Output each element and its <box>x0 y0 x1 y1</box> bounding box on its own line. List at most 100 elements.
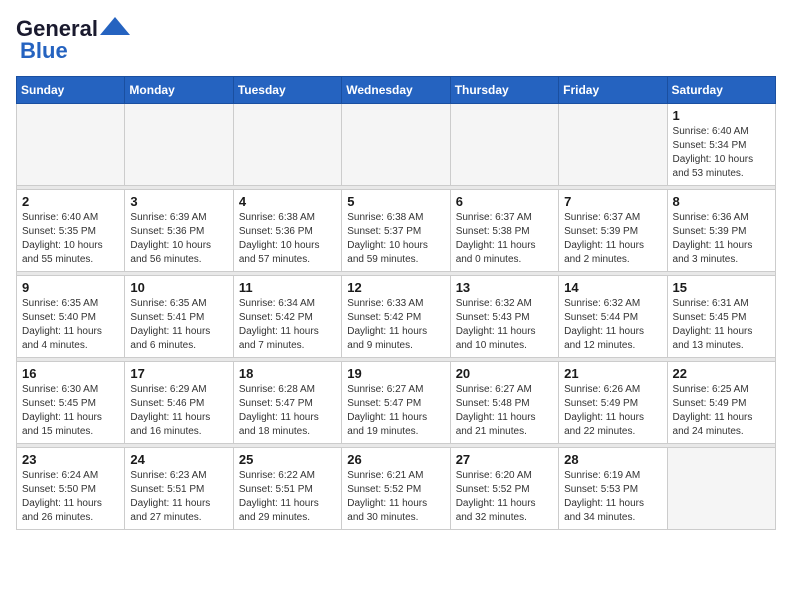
weekday-header-tuesday: Tuesday <box>233 77 341 104</box>
day-number: 4 <box>239 194 336 209</box>
day-number: 13 <box>456 280 553 295</box>
weekday-header-sunday: Sunday <box>17 77 125 104</box>
day-info: Sunrise: 6:35 AM Sunset: 5:40 PM Dayligh… <box>22 297 119 353</box>
day-info: Sunrise: 6:32 AM Sunset: 5:43 PM Dayligh… <box>456 297 553 353</box>
calendar-cell <box>667 448 775 530</box>
day-number: 2 <box>22 194 119 209</box>
day-number: 21 <box>564 366 661 381</box>
day-number: 7 <box>564 194 661 209</box>
calendar-cell <box>559 104 667 186</box>
day-number: 20 <box>456 366 553 381</box>
day-info: Sunrise: 6:36 AM Sunset: 5:39 PM Dayligh… <box>673 211 770 267</box>
day-info: Sunrise: 6:39 AM Sunset: 5:36 PM Dayligh… <box>130 211 227 267</box>
day-number: 8 <box>673 194 770 209</box>
calendar-week-4: 16 Sunrise: 6:30 AM Sunset: 5:45 PM Dayli… <box>17 362 776 444</box>
calendar-week-3: 9 Sunrise: 6:35 AM Sunset: 5:40 PM Daylig… <box>17 276 776 358</box>
calendar-cell: 19 Sunrise: 6:27 AM Sunset: 5:47 PM Dayli… <box>342 362 450 444</box>
calendar-week-1: 1 Sunrise: 6:40 AM Sunset: 5:34 PM Daylig… <box>17 104 776 186</box>
day-number: 12 <box>347 280 444 295</box>
calendar-cell: 5 Sunrise: 6:38 AM Sunset: 5:37 PM Daylig… <box>342 190 450 272</box>
calendar-week-2: 2 Sunrise: 6:40 AM Sunset: 5:35 PM Daylig… <box>17 190 776 272</box>
day-info: Sunrise: 6:30 AM Sunset: 5:45 PM Dayligh… <box>22 383 119 439</box>
day-number: 3 <box>130 194 227 209</box>
calendar-cell: 2 Sunrise: 6:40 AM Sunset: 5:35 PM Daylig… <box>17 190 125 272</box>
calendar-cell: 10 Sunrise: 6:35 AM Sunset: 5:41 PM Dayli… <box>125 276 233 358</box>
calendar-week-5: 23Sunrise: 6:24 AM Sunset: 5:50 PM Dayli… <box>17 448 776 530</box>
calendar-cell <box>17 104 125 186</box>
day-info: Sunrise: 6:21 AM Sunset: 5:52 PM Dayligh… <box>347 469 444 525</box>
logo-blue: Blue <box>20 38 68 64</box>
calendar-cell: 6 Sunrise: 6:37 AM Sunset: 5:38 PM Daylig… <box>450 190 558 272</box>
day-number: 11 <box>239 280 336 295</box>
day-info: Sunrise: 6:37 AM Sunset: 5:39 PM Dayligh… <box>564 211 661 267</box>
calendar-cell: 17Sunrise: 6:29 AM Sunset: 5:46 PM Dayli… <box>125 362 233 444</box>
calendar-cell: 8 Sunrise: 6:36 AM Sunset: 5:39 PM Daylig… <box>667 190 775 272</box>
day-info: Sunrise: 6:26 AM Sunset: 5:49 PM Dayligh… <box>564 383 661 439</box>
calendar-cell: 9 Sunrise: 6:35 AM Sunset: 5:40 PM Daylig… <box>17 276 125 358</box>
weekday-header-monday: Monday <box>125 77 233 104</box>
calendar-cell: 11 Sunrise: 6:34 AM Sunset: 5:42 PM Dayli… <box>233 276 341 358</box>
day-info: Sunrise: 6:29 AM Sunset: 5:46 PM Dayligh… <box>130 383 227 439</box>
day-info: Sunrise: 6:35 AM Sunset: 5:41 PM Dayligh… <box>130 297 227 353</box>
calendar-cell: 15Sunrise: 6:31 AM Sunset: 5:45 PM Dayli… <box>667 276 775 358</box>
logo: General Blue <box>16 16 130 64</box>
day-number: 28 <box>564 452 661 467</box>
calendar-cell <box>125 104 233 186</box>
day-info: Sunrise: 6:40 AM Sunset: 5:34 PM Dayligh… <box>673 125 770 181</box>
day-number: 14 <box>564 280 661 295</box>
day-number: 9 <box>22 280 119 295</box>
day-info: Sunrise: 6:37 AM Sunset: 5:38 PM Dayligh… <box>456 211 553 267</box>
calendar-cell: 16 Sunrise: 6:30 AM Sunset: 5:45 PM Dayli… <box>17 362 125 444</box>
calendar-cell: 3 Sunrise: 6:39 AM Sunset: 5:36 PM Daylig… <box>125 190 233 272</box>
day-info: Sunrise: 6:27 AM Sunset: 5:47 PM Dayligh… <box>347 383 444 439</box>
day-info: Sunrise: 6:23 AM Sunset: 5:51 PM Dayligh… <box>130 469 227 525</box>
calendar-cell: 28 Sunrise: 6:19 AM Sunset: 5:53 PM Dayli… <box>559 448 667 530</box>
calendar-cell: 12 Sunrise: 6:33 AM Sunset: 5:42 PM Dayli… <box>342 276 450 358</box>
day-info: Sunrise: 6:38 AM Sunset: 5:37 PM Dayligh… <box>347 211 444 267</box>
calendar-cell: 25 Sunrise: 6:22 AM Sunset: 5:51 PM Dayli… <box>233 448 341 530</box>
day-number: 22 <box>673 366 770 381</box>
day-info: Sunrise: 6:33 AM Sunset: 5:42 PM Dayligh… <box>347 297 444 353</box>
calendar-cell: 7 Sunrise: 6:37 AM Sunset: 5:39 PM Daylig… <box>559 190 667 272</box>
calendar-body: 1 Sunrise: 6:40 AM Sunset: 5:34 PM Daylig… <box>17 104 776 530</box>
page-header: General Blue <box>16 16 776 64</box>
calendar-cell: 23Sunrise: 6:24 AM Sunset: 5:50 PM Dayli… <box>17 448 125 530</box>
day-number: 10 <box>130 280 227 295</box>
day-info: Sunrise: 6:38 AM Sunset: 5:36 PM Dayligh… <box>239 211 336 267</box>
day-info: Sunrise: 6:40 AM Sunset: 5:35 PM Dayligh… <box>22 211 119 267</box>
day-number: 25 <box>239 452 336 467</box>
calendar-cell: 13 Sunrise: 6:32 AM Sunset: 5:43 PM Dayli… <box>450 276 558 358</box>
calendar-cell: 18 Sunrise: 6:28 AM Sunset: 5:47 PM Dayli… <box>233 362 341 444</box>
calendar-cell: 26 Sunrise: 6:21 AM Sunset: 5:52 PM Dayli… <box>342 448 450 530</box>
calendar-cell: 1 Sunrise: 6:40 AM Sunset: 5:34 PM Daylig… <box>667 104 775 186</box>
day-number: 24 <box>130 452 227 467</box>
calendar-cell: 21 Sunrise: 6:26 AM Sunset: 5:49 PM Dayli… <box>559 362 667 444</box>
calendar-cell: 20Sunrise: 6:27 AM Sunset: 5:48 PM Dayli… <box>450 362 558 444</box>
calendar-cell <box>233 104 341 186</box>
calendar-header-row: SundayMondayTuesdayWednesdayThursdayFrid… <box>17 77 776 104</box>
logo-icon <box>100 17 130 35</box>
day-number: 23 <box>22 452 119 467</box>
day-info: Sunrise: 6:28 AM Sunset: 5:47 PM Dayligh… <box>239 383 336 439</box>
day-number: 26 <box>347 452 444 467</box>
day-number: 18 <box>239 366 336 381</box>
day-info: Sunrise: 6:22 AM Sunset: 5:51 PM Dayligh… <box>239 469 336 525</box>
calendar: SundayMondayTuesdayWednesdayThursdayFrid… <box>16 76 776 530</box>
calendar-cell <box>450 104 558 186</box>
day-info: Sunrise: 6:20 AM Sunset: 5:52 PM Dayligh… <box>456 469 553 525</box>
calendar-cell: 4 Sunrise: 6:38 AM Sunset: 5:36 PM Daylig… <box>233 190 341 272</box>
weekday-header-wednesday: Wednesday <box>342 77 450 104</box>
day-number: 16 <box>22 366 119 381</box>
day-info: Sunrise: 6:32 AM Sunset: 5:44 PM Dayligh… <box>564 297 661 353</box>
weekday-header-saturday: Saturday <box>667 77 775 104</box>
calendar-cell: 22Sunrise: 6:25 AM Sunset: 5:49 PM Dayli… <box>667 362 775 444</box>
day-number: 19 <box>347 366 444 381</box>
day-number: 5 <box>347 194 444 209</box>
calendar-cell: 27Sunrise: 6:20 AM Sunset: 5:52 PM Dayli… <box>450 448 558 530</box>
day-number: 6 <box>456 194 553 209</box>
day-number: 15 <box>673 280 770 295</box>
day-number: 1 <box>673 108 770 123</box>
day-info: Sunrise: 6:19 AM Sunset: 5:53 PM Dayligh… <box>564 469 661 525</box>
weekday-header-thursday: Thursday <box>450 77 558 104</box>
day-info: Sunrise: 6:34 AM Sunset: 5:42 PM Dayligh… <box>239 297 336 353</box>
